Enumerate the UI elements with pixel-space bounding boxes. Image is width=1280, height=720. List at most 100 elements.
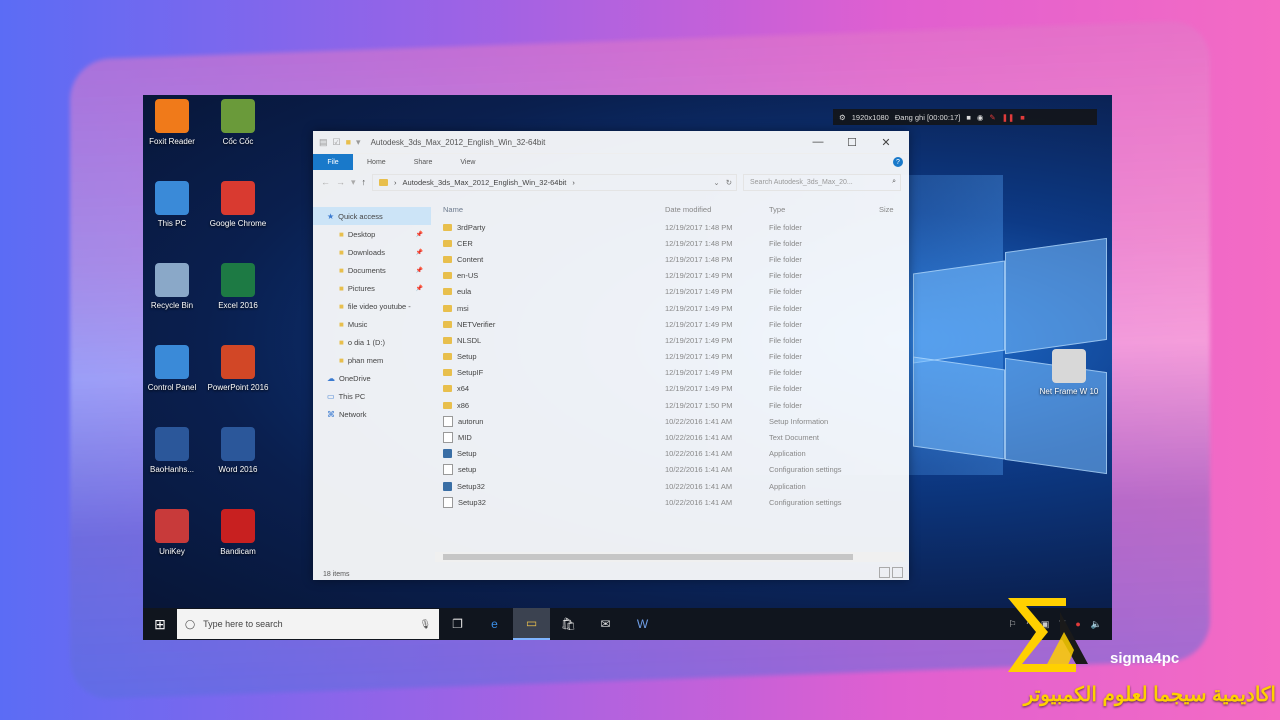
desktop-icon[interactable]: Control Panel [143,345,205,393]
nav-item[interactable]: ■ Desktop 📌 [313,225,431,243]
column-name[interactable]: Name [431,205,665,214]
column-headers: Name Date modified Type Size [431,199,909,219]
file-row[interactable]: setup 10/22/2016 1:41 AM Configuration set… [431,462,909,478]
close-button[interactable]: ✕ [869,136,903,149]
file-date: 12/19/2017 1:49 PM [665,319,733,329]
file-row[interactable]: 3rdParty 12/19/2017 1:48 PM File folder [431,219,909,235]
file-row[interactable]: NETVerifier 12/19/2017 1:49 PM File folder [431,316,909,332]
horizontal-scrollbar[interactable] [435,552,905,562]
quick-access-properties-icon[interactable]: ▤ [319,137,328,148]
desktop-icon-label: Google Chrome [209,219,267,228]
desktop-icon[interactable]: Word 2016 [205,427,271,475]
settings-icon[interactable]: ⚙ [839,113,846,122]
cortana-icon: ◯ [185,618,196,629]
desktop-icon[interactable]: PowerPoint 2016 [205,345,271,393]
help-icon[interactable]: ? [893,157,903,167]
file-date: 12/19/2017 1:49 PM [665,287,733,297]
file-row[interactable]: x64 12/19/2017 1:49 PM File folder [431,381,909,397]
edge-icon[interactable]: e [476,608,513,640]
file-icon [443,464,453,476]
nav-item[interactable]: ■ file video youtube - [313,297,431,315]
file-explorer-icon[interactable]: ▭ [513,608,550,640]
breadcrumb-chevron-icon[interactable]: › [572,178,575,187]
nav-item[interactable]: ■ o dia 1 (D:) [313,333,431,351]
nav-item[interactable]: ■ Documents 📌 [313,261,431,279]
up-icon[interactable]: ↑ [362,177,367,187]
desktop-icon[interactable]: Net Frame W 10 [1036,349,1102,397]
file-row[interactable]: x86 12/19/2017 1:50 PM File folder [431,397,909,413]
stop-icon[interactable]: ■ [966,113,971,122]
file-date: 12/19/2017 1:49 PM [665,368,733,378]
desktop-icon-label: Excel 2016 [218,301,258,310]
refresh-icon[interactable]: ↻ [726,178,736,187]
desktop-icon[interactable]: Recycle Bin [143,263,205,311]
tab-view[interactable]: View [446,159,489,166]
taskbar-search-input[interactable]: ◯ Type here to search 🎙 [177,609,439,639]
file-row[interactable]: msi 12/19/2017 1:49 PM File folder [431,300,909,316]
forward-icon[interactable]: → [336,177,345,187]
large-icons-view-icon[interactable] [892,567,903,578]
task-view-icon[interactable]: ❐ [439,608,476,640]
pencil-icon[interactable]: ✎ [989,113,995,122]
record-stop-icon[interactable]: ■ [1020,113,1025,122]
quick-access-check-icon[interactable]: ☑ [333,137,341,148]
nav-item[interactable]: ■ Downloads 📌 [313,243,431,261]
column-size[interactable]: Size [879,205,909,214]
store-icon[interactable]: 🛍 [550,608,587,640]
maximize-button[interactable]: ☐ [835,136,869,149]
scrollbar-thumb[interactable] [443,554,853,560]
file-row[interactable]: MID 10/22/2016 1:41 AM Text Document [431,429,909,445]
desktop-icon[interactable]: Foxit Reader [143,99,205,147]
desktop-icon[interactable]: Excel 2016 [205,263,271,311]
address-bar[interactable]: › Autodesk_3ds_Max_2012_English_Win_32-6… [372,173,737,191]
tab-share[interactable]: Share [400,159,447,166]
file-row[interactable]: Setup32 10/22/2016 1:41 AM Application [431,478,909,494]
windows-start-icon[interactable]: ⊞ [143,616,177,633]
file-row[interactable]: eula 12/19/2017 1:49 PM File folder [431,284,909,300]
file-row[interactable]: Setup 12/19/2017 1:49 PM File folder [431,349,909,365]
tab-file[interactable]: File [313,154,353,170]
file-row[interactable]: autorun 10/22/2016 1:41 AM Setup Informati… [431,413,909,429]
desktop-icon[interactable]: This PC [143,181,205,229]
file-row[interactable]: Setup32 10/22/2016 1:41 AM Configuration s… [431,494,909,510]
windows-logo-pane-tl [913,260,1005,364]
file-row[interactable]: CER 12/19/2017 1:48 PM File folder [431,235,909,251]
recent-dropdown-icon[interactable]: ▾ [351,177,356,188]
search-input[interactable]: Search Autodesk_3ds_Max_20... ⌕ [743,173,901,191]
quick-access-folder-icon[interactable]: ■ [346,137,351,148]
desktop-icon[interactable]: Bandicam [205,509,271,557]
desktop-icon[interactable]: UniKey [143,509,205,557]
column-type[interactable]: Type [769,205,879,214]
dropdown-icon[interactable]: ▾ [356,137,361,148]
word-icon[interactable]: W [624,608,661,640]
file-row[interactable]: NLSDL 12/19/2017 1:49 PM File folder [431,332,909,348]
pause-icon[interactable]: ❚❚ [1002,113,1015,122]
desktop-icon[interactable]: Google Chrome [205,181,271,229]
details-view-icon[interactable] [879,567,890,578]
address-dropdown-icon[interactable]: ⌄ [713,178,719,187]
nav-item[interactable]: ▭ This PC [313,387,431,405]
microphone-icon[interactable]: 🎙 [420,619,431,630]
file-row[interactable]: SetupIF 12/19/2017 1:49 PM File folder [431,365,909,381]
desktop-icon[interactable]: Cốc Cốc [205,99,271,147]
back-icon[interactable]: ← [321,177,330,187]
nav-item-label: phan mem [347,355,384,365]
nav-item[interactable]: ■ Music [313,315,431,333]
camera-icon[interactable]: ◉ [977,113,984,122]
desktop-icon-label: BaoHanhs... [149,465,195,474]
nav-item[interactable]: ⌘ Network [313,405,431,423]
column-date[interactable]: Date modified [665,205,769,214]
file-row[interactable]: Setup 10/22/2016 1:41 AM Application [431,446,909,462]
nav-item[interactable]: ☁ OneDrive [313,369,431,387]
nav-item[interactable]: ■ Pictures 📌 [313,279,431,297]
desktop-icon[interactable]: BaoHanhs... [143,427,205,475]
nav-item[interactable]: ★ Quick access [313,207,431,225]
file-row[interactable]: Content 12/19/2017 1:48 PM File folder [431,251,909,267]
minimize-button[interactable]: — [801,136,835,149]
mail-icon[interactable]: ✉ [587,608,624,640]
desktop-icon-label: Word 2016 [218,465,258,474]
breadcrumb[interactable]: Autodesk_3ds_Max_2012_English_Win_32-64b… [403,178,567,187]
tab-home[interactable]: Home [353,159,400,166]
file-row[interactable]: en-US 12/19/2017 1:49 PM File folder [431,268,909,284]
nav-item[interactable]: ■ phan mem [313,351,431,369]
